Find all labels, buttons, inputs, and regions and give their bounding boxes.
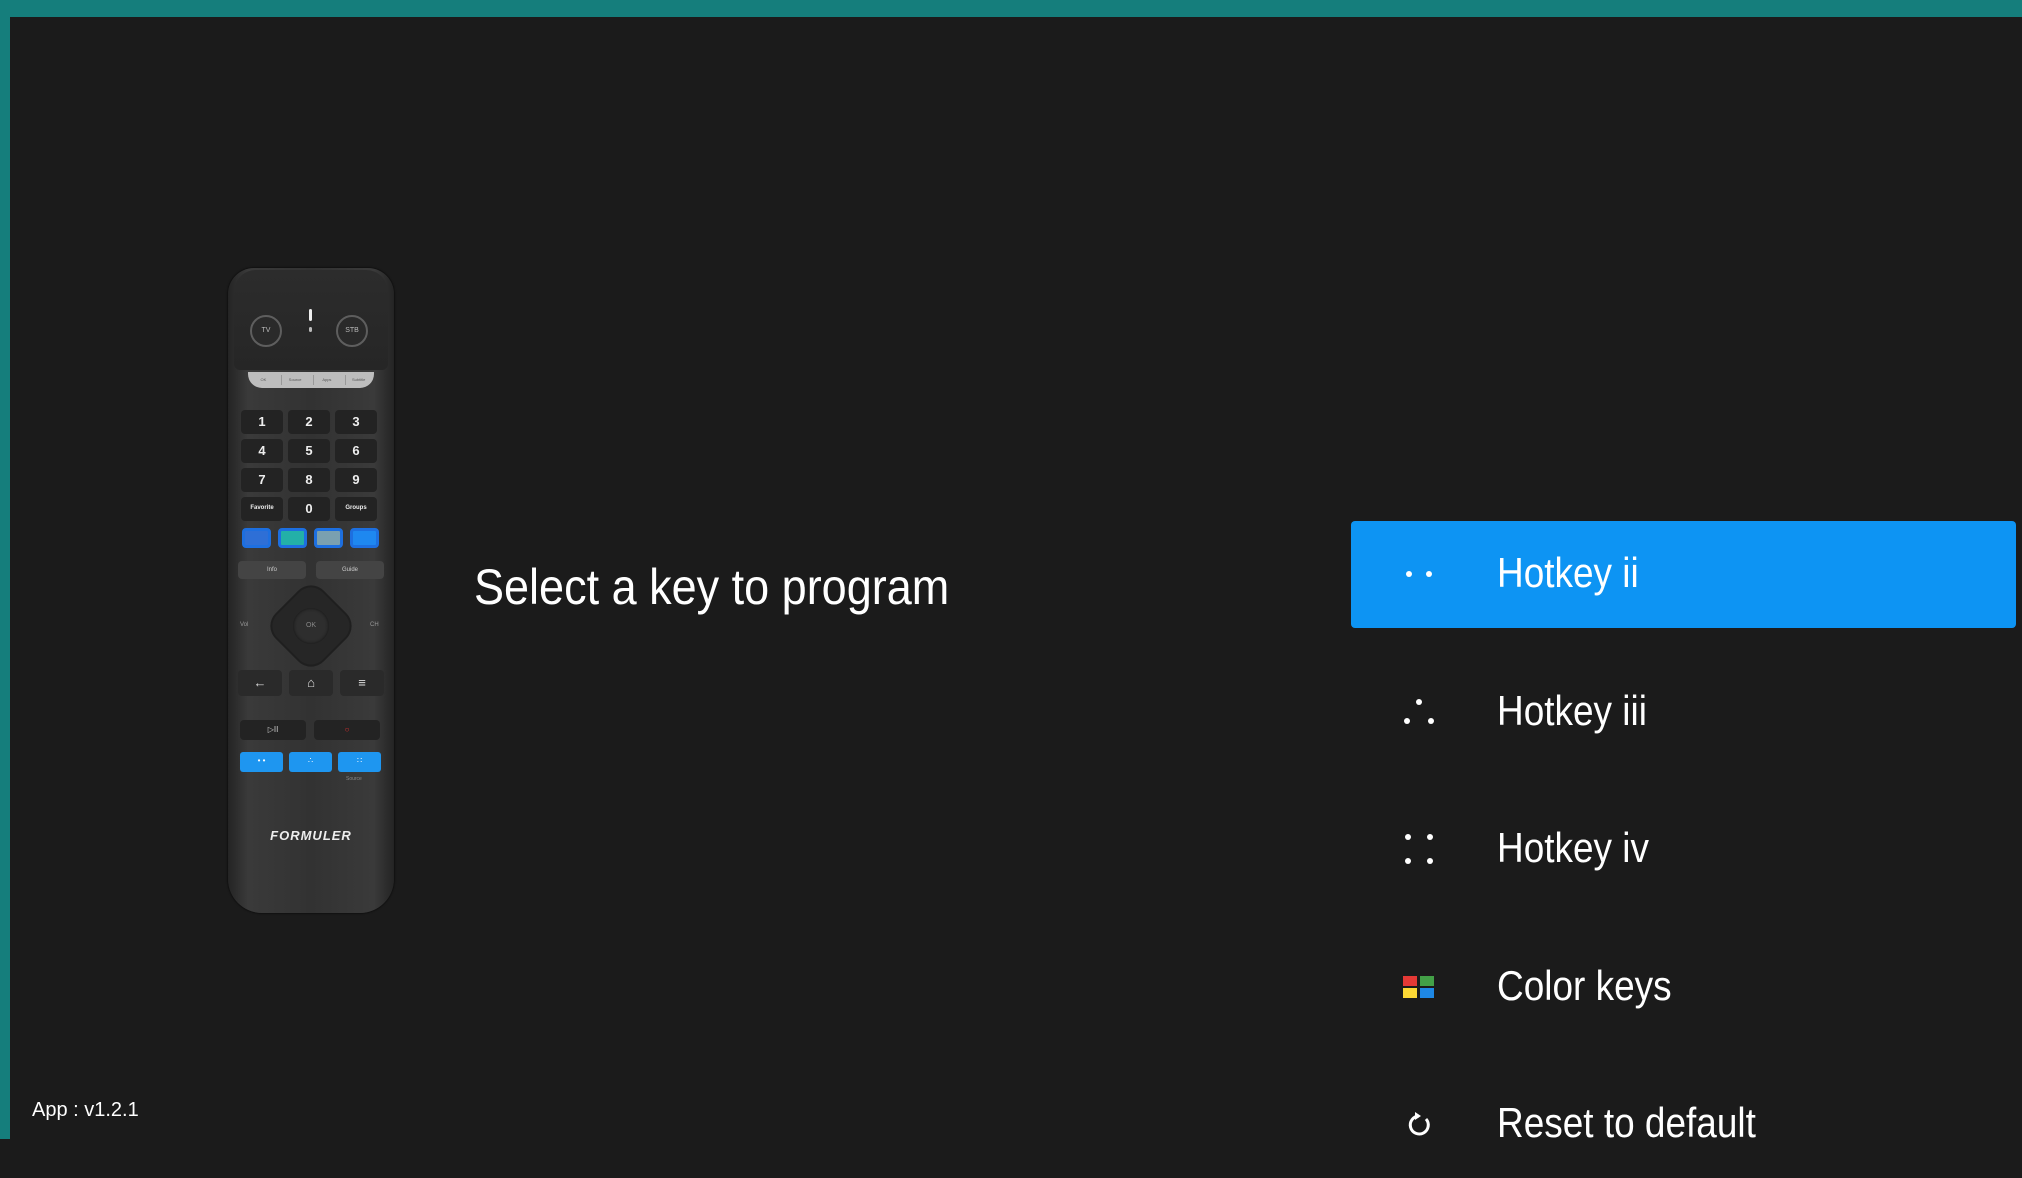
- back-key: ←: [238, 670, 282, 696]
- ok-key: OK: [293, 608, 329, 644]
- stb-power-button: STB: [336, 315, 368, 347]
- app-version: App : v1.2.1: [32, 1099, 139, 1121]
- num-key: 4: [241, 439, 283, 463]
- num-key: 7: [241, 468, 283, 492]
- window-frame-left: [0, 0, 10, 1139]
- menu-item-label: Color keys: [1497, 962, 1672, 1009]
- source-label: Source: [346, 776, 362, 782]
- num-key: 0: [288, 497, 330, 521]
- color-key: [314, 528, 343, 548]
- three-dots-icon: [1401, 694, 1437, 730]
- num-key: 5: [288, 439, 330, 463]
- groups-key: Groups: [335, 497, 377, 521]
- menu-item-hotkey-iv[interactable]: Hotkey iv: [1351, 796, 2016, 903]
- num-key: 6: [335, 439, 377, 463]
- menu-item-hotkey-iii[interactable]: Hotkey iii: [1351, 659, 2016, 766]
- function-key: Source: [281, 375, 308, 385]
- vol-label: Vol: [240, 622, 249, 628]
- color-key-row: [241, 526, 381, 552]
- color-key: [242, 528, 271, 548]
- window-frame-top: [0, 0, 2022, 17]
- num-key: 2: [288, 410, 330, 434]
- playback-row: ▷II ○: [240, 720, 382, 742]
- function-key: Subtitle: [344, 375, 372, 385]
- num-key: 9: [335, 468, 377, 492]
- info-guide-row: Info Guide: [238, 561, 384, 581]
- two-dots-icon: [1401, 556, 1437, 592]
- menu-item-label: Hotkey iv: [1497, 824, 1649, 871]
- color-key: [350, 528, 379, 548]
- mic-icon: [309, 327, 312, 332]
- color-keys-icon: [1401, 969, 1437, 1005]
- menu-item-label: Hotkey ii: [1497, 549, 1639, 596]
- dpad-area: OK Vol CH ← ⌂ ≡: [238, 580, 384, 698]
- guide-key: Guide: [316, 561, 384, 579]
- function-key: Apps: [312, 375, 340, 385]
- hotkey-iv-key: ∷: [338, 752, 381, 772]
- reset-icon: [1401, 1106, 1437, 1142]
- num-key: 8: [288, 468, 330, 492]
- favorite-key: Favorite: [241, 497, 283, 521]
- remote-control-image: TV STB OK Source Apps Subtitle 1 2 3 4 5…: [228, 268, 394, 913]
- four-dots-icon: [1401, 831, 1437, 867]
- menu-key: ≡: [340, 670, 384, 696]
- menu-item-color-keys[interactable]: Color keys: [1351, 934, 2016, 1041]
- tv-power-button: TV: [250, 315, 282, 347]
- hotkey-ii-key: • •: [240, 752, 283, 772]
- menu-item-reset-to-default[interactable]: Reset to default: [1351, 1071, 2016, 1178]
- num-key: 1: [241, 410, 283, 434]
- play-pause-key: ▷II: [240, 720, 306, 740]
- menu-item-label: Hotkey iii: [1497, 687, 1647, 734]
- hotkey-iii-key: ∴: [289, 752, 332, 772]
- color-key: [278, 528, 307, 548]
- brand-logo: FORMULER: [270, 828, 352, 843]
- record-key: ○: [314, 720, 380, 740]
- num-key: 3: [335, 410, 377, 434]
- page-title: Select a key to program: [474, 559, 950, 615]
- function-key-row: OK Source Apps Subtitle: [248, 372, 374, 388]
- menu-item-label: Reset to default: [1497, 1099, 1756, 1146]
- ch-label: CH: [370, 622, 379, 628]
- home-key: ⌂: [289, 670, 333, 696]
- info-key: Info: [238, 561, 306, 579]
- function-key: OK: [260, 377, 267, 382]
- indicator-light: [309, 309, 312, 321]
- menu-item-hotkey-ii[interactable]: Hotkey ii: [1351, 521, 2016, 628]
- hotkey-row: • • ∴ ∷: [240, 752, 382, 774]
